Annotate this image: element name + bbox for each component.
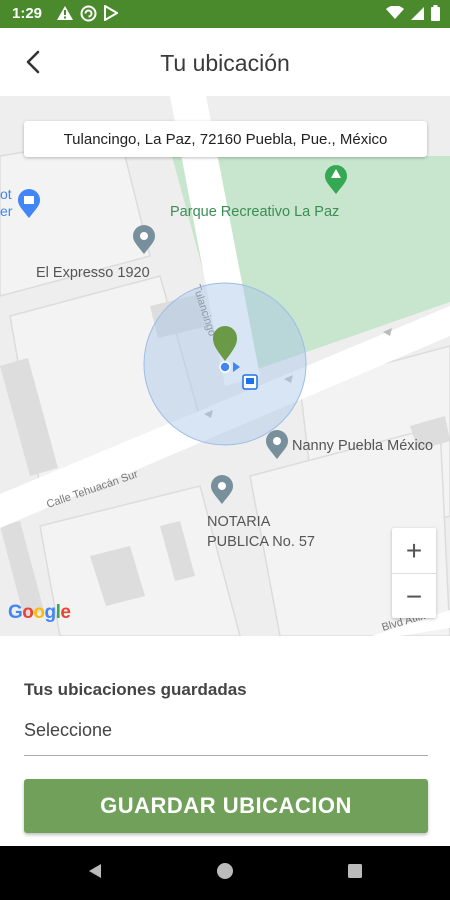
status-time: 1:29 [12,5,43,22]
select-placeholder: Seleccione [24,720,113,740]
poi-label-nanny[interactable]: Nanny Puebla México [292,436,433,456]
poi-label-notaria-line1: NOTARIA [207,514,271,530]
saved-locations-label: Tus ubicaciones guardadas [24,680,247,699]
zoom-controls: + − [392,528,436,618]
zoom-out-button[interactable]: − [392,574,436,619]
recents-square-icon [347,863,363,884]
map-canvas: Calle Tehuacán Sur Tulancingo Blvd Atlix… [0,96,450,636]
address-bar: Tulancingo, La Paz, 72160 Puebla, Pue., … [24,121,427,157]
nav-recents-button[interactable] [340,858,370,888]
zoom-in-button[interactable]: + [392,528,436,573]
poi-partial-label: ot [0,186,12,202]
play-icon [103,4,119,27]
battery-icon [431,5,440,26]
bus-stop-icon[interactable] [242,374,258,390]
signal-icon [410,6,425,26]
back-triangle-icon [86,862,104,885]
app-bar: Tu ubicación [0,28,450,96]
poi-label-notaria[interactable]: NOTARIA PUBLICA No. 57 [207,512,315,552]
saved-locations-select[interactable]: Seleccione [24,710,428,756]
system-nav-bar [0,846,450,900]
wifi-icon [386,5,404,25]
poi-partial-label-2: er [0,203,13,219]
nav-home-button[interactable] [210,858,240,888]
poi-label-expresso[interactable]: El Expresso 1920 [36,263,150,283]
map-view[interactable]: Calle Tehuacán Sur Tulancingo Blvd Atlix… [0,96,450,636]
save-location-button[interactable]: GUARDAR UBICACION [24,779,428,833]
poi-label-notaria-line2: PUBLICA No. 57 [207,534,315,550]
poi-label-park[interactable]: Parque Recreativo La Paz [170,202,339,222]
page-title: Tu ubicación [160,50,290,76]
google-logo: Google [8,602,71,623]
home-circle-icon [216,862,234,885]
warning-icon [56,5,74,27]
status-bar: 1:29 [0,0,450,28]
vpn-icon [80,5,97,27]
nav-back-button[interactable] [80,858,110,888]
